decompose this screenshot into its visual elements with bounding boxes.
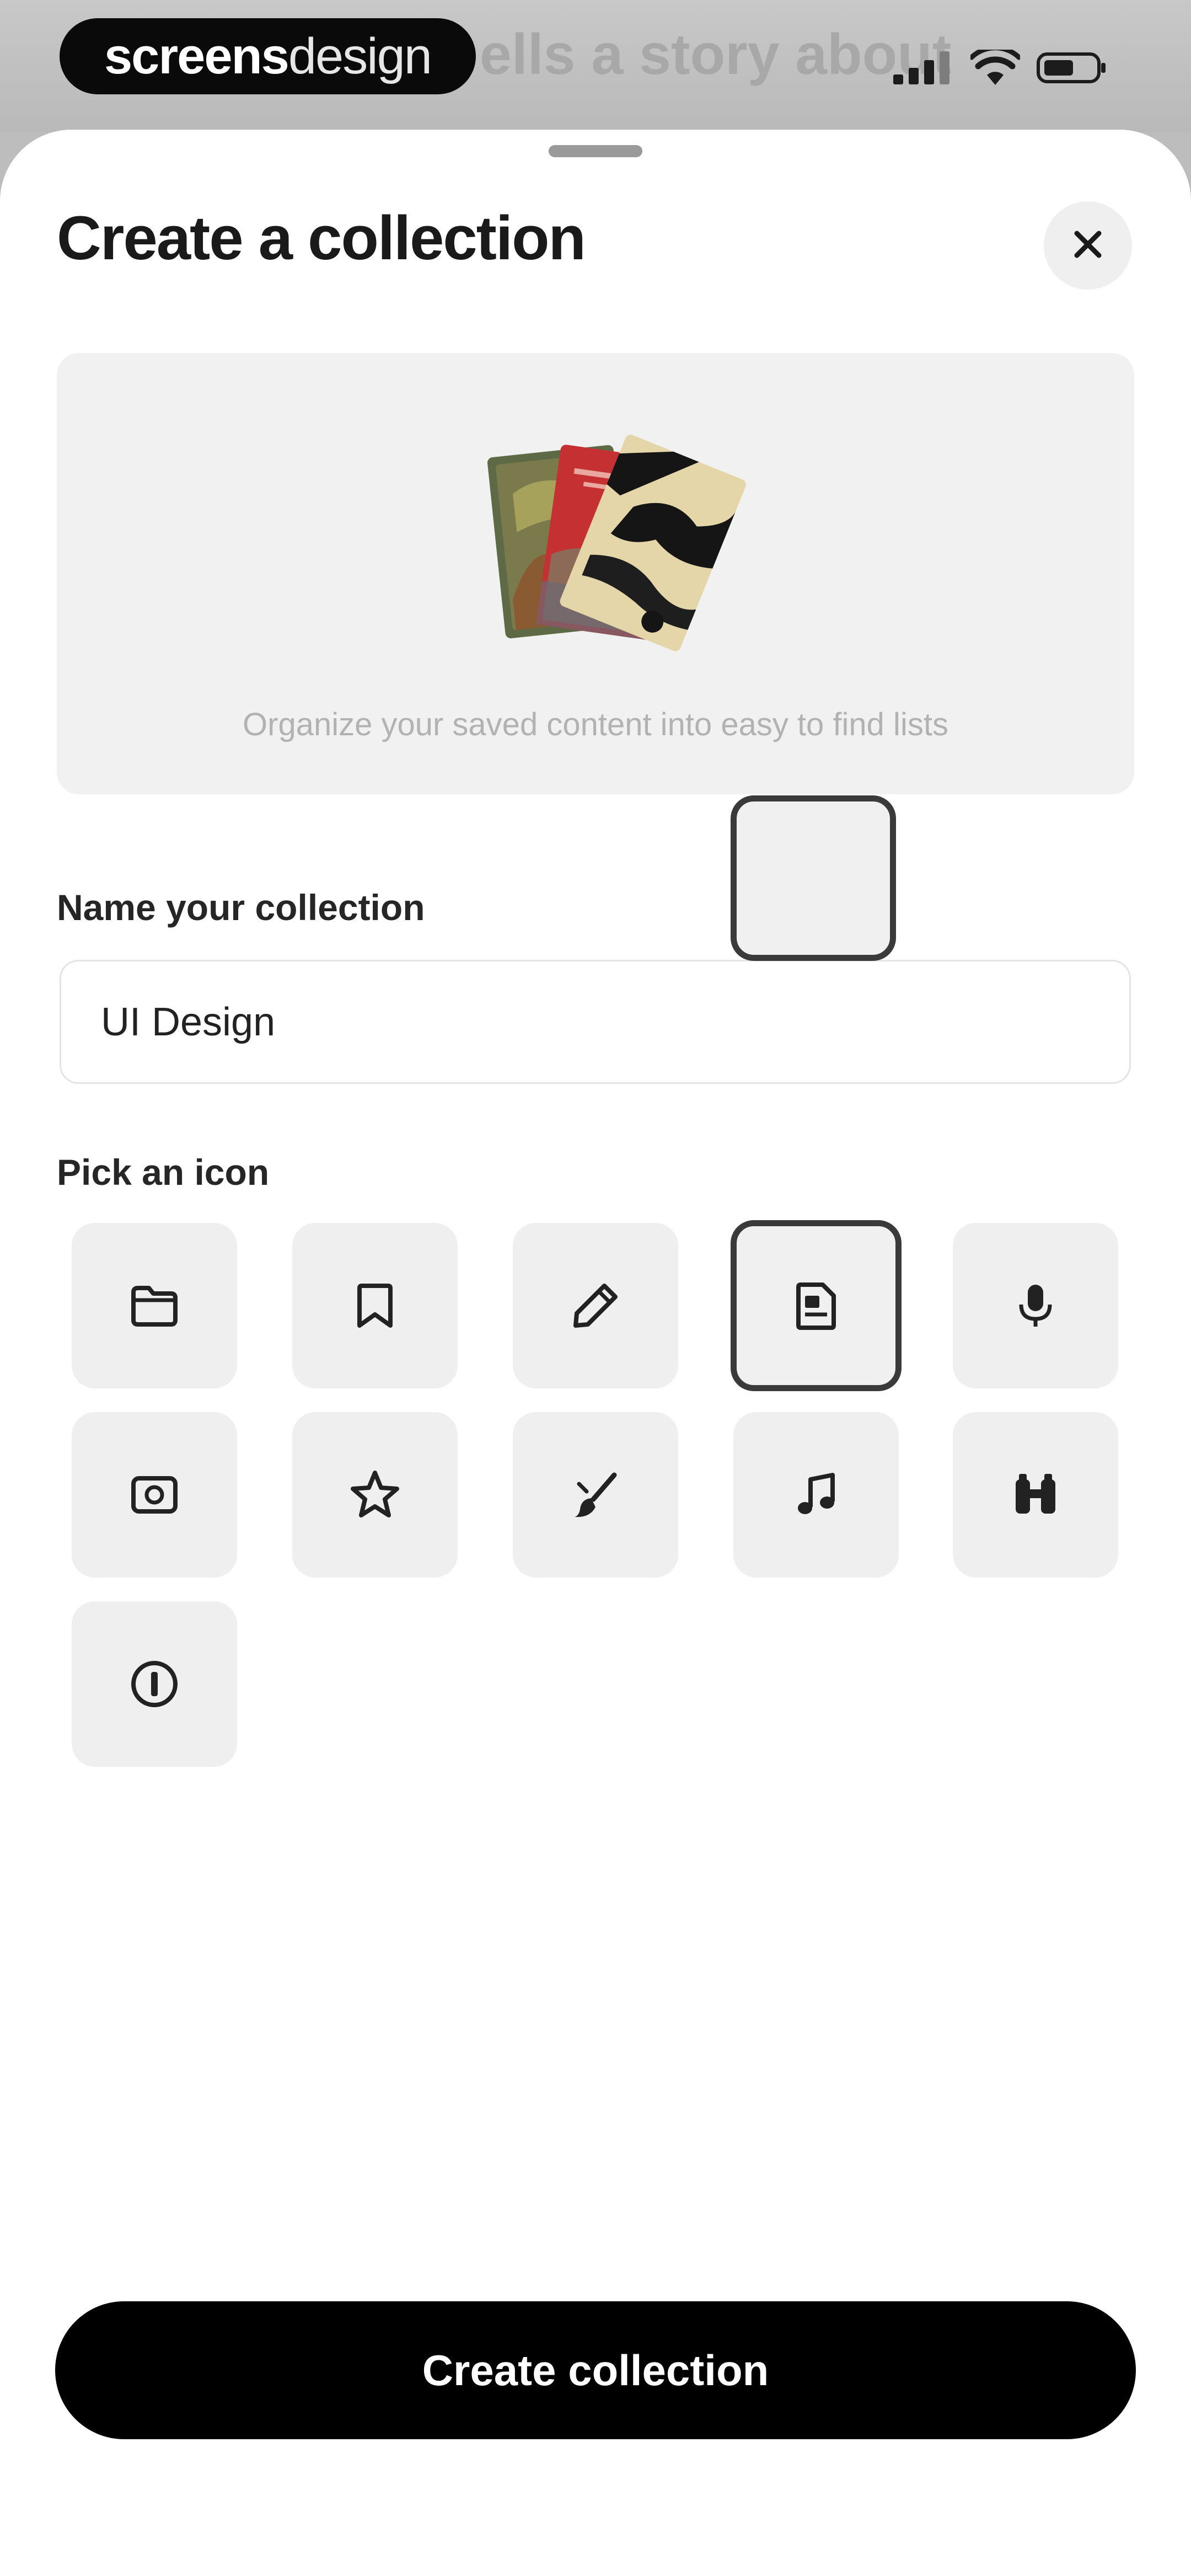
icon-option-photo[interactable] [72, 1412, 237, 1578]
icon-option-document-placeholder [731, 795, 896, 961]
name-field-label: Name your collection [57, 887, 425, 928]
collection-name-input[interactable] [60, 960, 1131, 1084]
icon-option-binoculars[interactable] [953, 1412, 1118, 1578]
photo-icon [127, 1467, 182, 1522]
document-icon [788, 1278, 844, 1333]
icon-picker-label: Pick an icon [57, 1152, 270, 1193]
folder-icon [127, 1278, 182, 1333]
star-icon [347, 1467, 403, 1522]
icon-option-star[interactable] [292, 1412, 458, 1578]
pencil-icon [568, 1278, 623, 1333]
binoculars-icon [1008, 1467, 1063, 1522]
brush-icon [568, 1467, 623, 1522]
icon-option-bookmark[interactable] [292, 1223, 458, 1388]
status-icons [893, 49, 1108, 87]
icon-option-folder[interactable] [72, 1223, 237, 1388]
bookmark-icon [347, 1278, 403, 1333]
collection-cards-illustration [404, 386, 856, 673]
close-button[interactable] [1044, 201, 1132, 290]
brand-wordmark: screensdesign [104, 28, 432, 85]
wifi-icon [970, 50, 1020, 86]
brand-logo: screensdesign [60, 18, 476, 94]
icon-option-brush[interactable] [513, 1412, 678, 1578]
hero-caption: Organize your saved content into easy to… [243, 707, 948, 742]
background-heading: ells a story about [480, 23, 952, 87]
brand-light: design [288, 28, 432, 84]
status-bar: screensdesign ells a story about [0, 0, 1191, 132]
microphone-icon [1008, 1278, 1063, 1333]
icon-option-pencil[interactable] [513, 1223, 678, 1388]
create-collection-sheet: Create a collection Organize your saved … [0, 130, 1191, 2576]
coin-icon [127, 1656, 182, 1712]
icon-option-microphone[interactable] [953, 1223, 1118, 1388]
icon-option-document[interactable] [731, 1220, 902, 1391]
create-collection-button[interactable]: Create collection [55, 2301, 1136, 2439]
hero-banner: Organize your saved content into easy to… [57, 353, 1134, 794]
cellular-signal-icon [893, 51, 954, 84]
close-icon [1070, 227, 1106, 265]
battery-icon [1037, 51, 1108, 84]
music-note-icon [788, 1467, 844, 1522]
icon-option-music-note[interactable] [733, 1412, 899, 1578]
sheet-grabber[interactable] [549, 145, 642, 157]
page-title: Create a collection [57, 204, 586, 272]
icon-option-coin[interactable] [72, 1601, 237, 1767]
brand-bold: screens [104, 28, 289, 84]
